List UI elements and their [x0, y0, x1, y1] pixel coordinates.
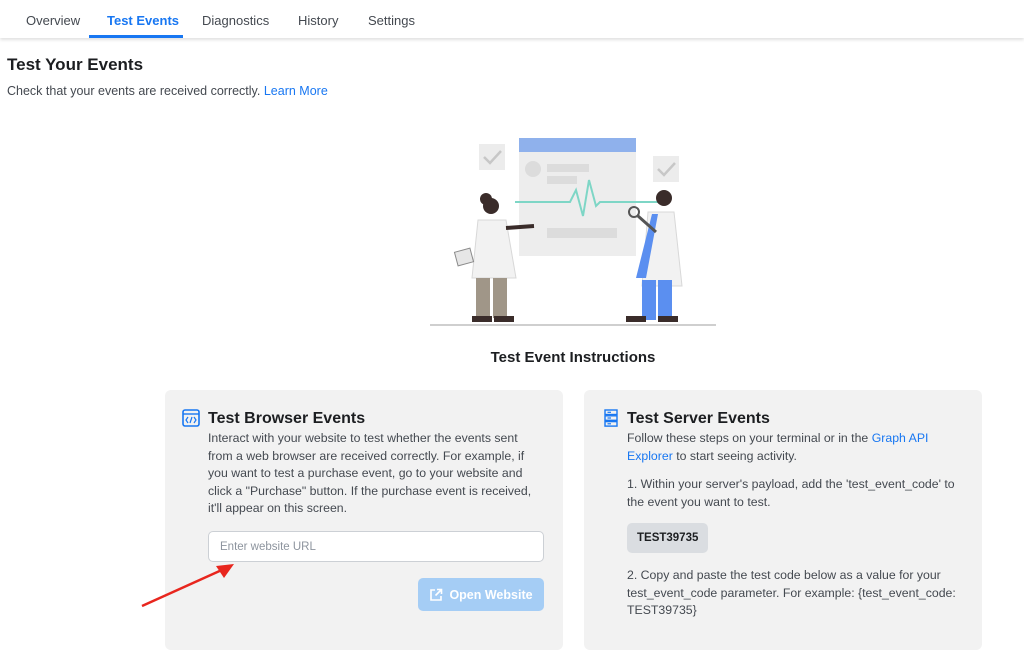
checkbox-left-icon	[479, 144, 505, 170]
page-title: Test Your Events	[7, 55, 144, 74]
open-website-label: Open Website	[449, 587, 533, 602]
server-events-card: Test Server Events Follow these steps on…	[584, 390, 982, 650]
instructions-title: Test Event Instructions	[490, 349, 656, 366]
tab-settings[interactable]: Settings	[368, 0, 415, 38]
tab-history[interactable]: History	[298, 0, 338, 38]
learn-more-link[interactable]: Learn More	[264, 84, 328, 98]
active-tab-indicator	[89, 35, 183, 38]
browser-card-description: Interact with your website to test wheth…	[208, 431, 532, 515]
subtitle-text: Check that your events are received corr…	[7, 84, 261, 98]
tab-test-events[interactable]: Test Events	[107, 0, 179, 38]
tab-bar: Overview Test Events Diagnostics History…	[0, 0, 1024, 38]
website-url-input[interactable]	[208, 531, 544, 562]
external-link-icon	[430, 588, 443, 601]
checkbox-right-icon	[653, 156, 679, 182]
server-card-title: Test Server Events	[627, 410, 770, 427]
code-window-icon	[182, 409, 200, 427]
tab-overview[interactable]: Overview	[26, 0, 80, 38]
server-icon	[604, 409, 618, 427]
server-step-1: 1. Within your server's payload, add the…	[627, 477, 955, 509]
open-website-button[interactable]: Open Website	[418, 578, 544, 611]
server-card-intro: Follow these steps on your terminal or i…	[627, 431, 929, 463]
server-step-2: 2. Copy and paste the test code below as…	[627, 568, 956, 617]
annotation-arrow	[141, 564, 234, 608]
browser-card-title: Test Browser Events	[208, 410, 366, 427]
doctors-illustration	[430, 138, 716, 326]
tab-diagnostics[interactable]: Diagnostics	[202, 0, 269, 38]
page-subtitle: Check that your events are received corr…	[7, 84, 328, 98]
graph-api-explorer-link-cont[interactable]: Explorer	[627, 449, 673, 463]
browser-events-card: Test Browser Events Interact with your w…	[165, 390, 563, 650]
test-code-badge[interactable]: TEST39735	[627, 523, 709, 553]
graph-api-explorer-link[interactable]: Graph API	[872, 431, 929, 445]
